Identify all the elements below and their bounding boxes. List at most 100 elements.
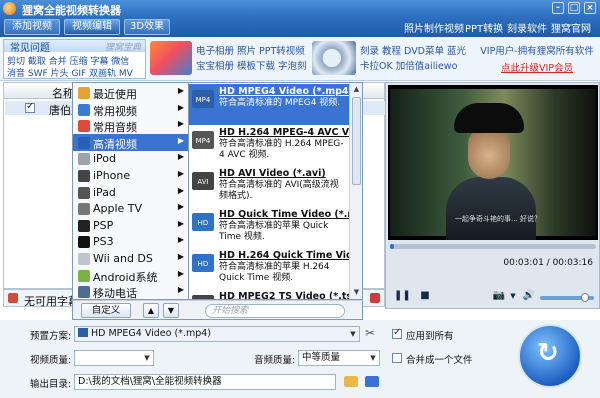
format-menu-item[interactable]: AVI HD AVI Video (*.avi) 符合高清标准的 AVI(高级流视频…	[189, 166, 349, 207]
scroll-thumb[interactable]	[352, 97, 361, 185]
category-icon	[78, 219, 90, 232]
seek-progress	[390, 244, 395, 249]
category-menu-item[interactable]: Apple TV ▶	[73, 200, 188, 217]
vip-upgrade-link[interactable]: 点此升级VIP会员	[476, 60, 598, 74]
format-icon: HD	[192, 254, 214, 272]
audio-quality-select[interactable]: 中等质量 ▼	[298, 350, 380, 366]
category-menu-item[interactable]: 常用视频 ▶	[73, 101, 188, 118]
submenu-arrow-icon: ▶	[177, 252, 184, 261]
format-icon: MP4	[192, 131, 214, 149]
burn-ad[interactable]: 刻录 教程 DVD菜单 蓝光 卡拉OK 加倍值ailiewo	[360, 41, 472, 77]
category-menu-item[interactable]: iPod ▶	[73, 150, 188, 167]
category-menu-item[interactable]: PSP ▶	[73, 217, 188, 234]
video-preview[interactable]: 一起争奇斗艳的事... 好说？	[388, 85, 598, 240]
format-menu-scrollbar[interactable]: ▲ ▼	[349, 83, 362, 299]
row-checkbox[interactable]	[25, 101, 35, 113]
subtitle-icon	[8, 293, 18, 303]
subtitle-select[interactable]: 无可用字幕	[24, 293, 79, 309]
settings-tool-icon[interactable]: ✂	[365, 326, 379, 340]
move-up-button[interactable]: ▲	[143, 303, 159, 318]
format-menu-item[interactable]: HD HD Quick Time Video (*.mov) 符合高清标准的苹果 Q…	[189, 207, 362, 248]
category-menu-item[interactable]: PS3 ▶	[73, 233, 188, 250]
subtitle-tool-icon[interactable]	[370, 293, 380, 303]
time-display: 00:03:01 / 00:03:16	[503, 258, 593, 268]
format-icon: AVI	[192, 172, 214, 190]
preset-format-icon	[78, 328, 88, 337]
volume-slider[interactable]	[540, 293, 594, 302]
category-menu-item[interactable]: 高清视频 ▶	[73, 133, 188, 151]
album-ad[interactable]: 电子相册 照片 PPT转视频 宝宝相册 模板下载 字泡刻	[196, 41, 308, 77]
menu-footer: 自定义 ▲ ▼ 开始搜索	[72, 300, 363, 320]
volume-icon[interactable]: 🔊	[522, 290, 536, 302]
format-description: 符合高清标准的 H.264 MPEG-4 AVC 视频.	[219, 139, 344, 160]
tab-3d-effect[interactable]: 3D效果	[124, 19, 170, 35]
folder-open-icon[interactable]	[344, 376, 358, 387]
maximize-button[interactable]: □	[568, 2, 580, 14]
window-controls: - □ ×	[552, 2, 596, 14]
category-icon	[78, 103, 90, 116]
format-menu-item[interactable]: MP4 HD H.264 MPEG-4 AVC Video (*.mp4)符合高清…	[189, 125, 362, 166]
format-menu-item[interactable]: TS HD MPEG2 TS Video (*.ts)	[189, 289, 356, 299]
svg-text:HD: HD	[198, 219, 209, 227]
menu-photo-video[interactable]: 照片制作视频	[404, 20, 464, 35]
apply-all-checkbox[interactable]	[392, 327, 402, 339]
submenu-arrow-icon: ▶	[177, 169, 184, 178]
scroll-down-icon[interactable]: ▼	[351, 287, 362, 298]
window-title: 狸窝全能视频转换器	[22, 4, 121, 17]
category-menu-item[interactable]: iPad ▶	[73, 184, 188, 201]
category-menu-item[interactable]: iPhone ▶	[73, 167, 188, 184]
category-icon	[78, 286, 90, 299]
category-icon	[78, 236, 90, 249]
tab-video-edit[interactable]: 视频编辑	[64, 19, 120, 35]
output-dir-input[interactable]: D:\我的文档\狸窝\全能视频转换器	[74, 374, 336, 390]
camera-icon[interactable]: 📷	[492, 290, 506, 302]
submenu-arrow-icon: ▶	[177, 185, 184, 195]
volume-handle[interactable]	[580, 293, 589, 302]
category-menu-item[interactable]: 常用音频 ▶	[73, 117, 188, 134]
minimize-button[interactable]: -	[552, 2, 564, 14]
faq-links-line2[interactable]: 消音 SWF 片头 GIF 双画轨 MV	[7, 66, 133, 79]
pause-icon[interactable]: ❚❚	[394, 290, 411, 302]
format-menu-item[interactable]: HD HD H.264 Quick Time Video (*.mov)符合高清标…	[189, 248, 362, 289]
seek-bar[interactable]	[390, 244, 596, 249]
merge-checkbox[interactable]	[392, 353, 402, 363]
category-menu-item[interactable]: 移动电话 ▶	[73, 283, 188, 300]
scroll-up-icon[interactable]: ▲	[351, 84, 362, 95]
submenu-arrow-icon: ▶	[177, 135, 184, 145]
menu-ppt-convert[interactable]: PPT转换	[465, 20, 503, 35]
title-bar: 狸窝全能视频转换器 - □ ×	[0, 0, 600, 17]
open-output-folder-icon[interactable]	[365, 376, 379, 387]
preset-select[interactable]: HD MPEG4 Video (*.mp4) ▼	[74, 326, 360, 342]
ppt-promo-icon[interactable]	[150, 41, 192, 75]
format-menu-item[interactable]: MP4 HD MPEG4 Video (*.mp4) 符合高清标准的 MPEG4 视…	[189, 84, 353, 125]
category-menu-item[interactable]: Android系统 ▶	[73, 267, 188, 284]
category-menu-item[interactable]: 最近使用 ▶	[73, 84, 188, 101]
menu-official-site[interactable]: 狸窝官网	[551, 20, 591, 35]
format-title: HD MPEG2 TS Video (*.ts)	[219, 291, 357, 300]
app-logo-icon	[3, 2, 16, 15]
convert-button[interactable]: ↻	[518, 324, 582, 388]
preset-value: HD MPEG4 Video (*.mp4)	[91, 328, 211, 339]
video-quality-select[interactable]: ▼	[74, 350, 154, 366]
svg-text:AVI: AVI	[197, 178, 208, 186]
category-icon	[78, 170, 90, 182]
tab-add-video[interactable]: 添加视频	[4, 19, 60, 35]
format-description: 符合高清标准的 AVI(高级流视频格式).	[219, 180, 339, 201]
svg-text:HD: HD	[198, 260, 209, 268]
ad-bar: 常见问题 狸窝宝典 剪切 截取 合并 压缩 字幕 微信 消音 SWF 片头 GI…	[0, 37, 600, 81]
category-menu-item[interactable]: Wii and DS ▶	[73, 250, 188, 267]
svg-text:MP4: MP4	[196, 137, 211, 145]
format-search-input[interactable]: 开始搜索	[205, 304, 345, 318]
submenu-arrow-icon: ▶	[177, 268, 184, 278]
category-icon	[78, 253, 90, 265]
custom-button[interactable]: 自定义	[81, 303, 131, 318]
menu-burn-software[interactable]: 刻录软件	[507, 20, 547, 35]
move-down-button[interactable]: ▼	[163, 303, 179, 318]
camera-dropdown-icon[interactable]: ▼	[506, 290, 520, 302]
chevron-down-icon: ▼	[350, 330, 356, 338]
close-button[interactable]: ×	[584, 2, 596, 14]
video-frame: 一起争奇斗艳的事... 好说？	[390, 89, 596, 240]
faq-guide-link[interactable]: 狸窝宝典	[105, 40, 141, 53]
stop-icon[interactable]: ■	[418, 290, 432, 302]
disc-promo-icon[interactable]	[312, 41, 356, 75]
